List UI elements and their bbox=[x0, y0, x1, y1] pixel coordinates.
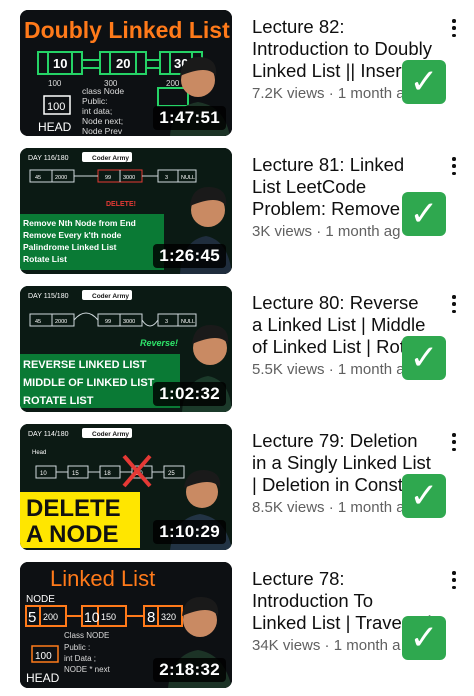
node-value: 20 bbox=[116, 56, 130, 71]
node-address: 200 bbox=[166, 79, 180, 88]
thumb-heading: Doubly Linked List bbox=[24, 17, 230, 43]
view-count: 5.5K views bbox=[252, 361, 325, 378]
topic-line: MIDDLE OF LINKED LIST bbox=[23, 377, 155, 389]
topic-line: REVERSE LINKED LIST bbox=[23, 359, 147, 371]
day-counter: DAY 115/180 bbox=[28, 293, 69, 300]
code-line: Public : bbox=[64, 643, 90, 652]
topic-line: Rotate List bbox=[23, 254, 67, 264]
check-mark-icon: ✓ bbox=[402, 474, 446, 518]
node-value: 15 bbox=[72, 471, 79, 477]
thumb-heading: Linked List bbox=[50, 566, 155, 591]
check-mark-icon: ✓ bbox=[402, 616, 446, 660]
upload-age: 1 month a bbox=[337, 85, 405, 102]
upload-age: 1 month a bbox=[337, 361, 405, 378]
node-value: 2000 bbox=[55, 319, 67, 325]
code-line: int data; bbox=[82, 106, 112, 116]
node-value: 10 bbox=[84, 609, 100, 625]
node-value: 10 bbox=[53, 56, 67, 71]
node-value: 150 bbox=[101, 612, 116, 622]
video-duration: 1:10:29 bbox=[153, 520, 226, 544]
node-value: 99 bbox=[105, 319, 111, 325]
brand-label: Coder Army bbox=[92, 293, 129, 300]
node-value: 3 bbox=[165, 319, 168, 325]
node-value: 8 bbox=[147, 609, 155, 626]
view-count: 3K views bbox=[252, 223, 313, 240]
node-value: 45 bbox=[35, 319, 41, 325]
video-list: Doubly Linked List 10 20 30 100 300 200 … bbox=[0, 0, 474, 696]
node-label: NODE bbox=[26, 594, 55, 605]
reverse-tag: Reverse! bbox=[140, 338, 178, 348]
node-value: NULL bbox=[181, 175, 195, 181]
check-mark-icon: ✓ bbox=[402, 192, 446, 236]
upload-age: 1 month a bbox=[337, 499, 405, 516]
node-value: 25 bbox=[168, 471, 175, 477]
node-value: 3000 bbox=[123, 175, 135, 181]
banner-line: DELETE bbox=[26, 495, 121, 522]
topic-line: Palindrome Linked List bbox=[23, 242, 117, 252]
node-value: 18 bbox=[104, 471, 111, 477]
view-count: 8.5K views bbox=[252, 499, 325, 516]
video-thumbnail[interactable]: Doubly Linked List 10 20 30 100 300 200 … bbox=[20, 10, 232, 136]
upload-age: 1 month a bbox=[333, 637, 401, 654]
more-options-icon[interactable] bbox=[444, 568, 464, 592]
brand-label: Coder Army bbox=[92, 155, 129, 162]
video-thumbnail[interactable]: DAY 115/180 Coder Army 45 2000 99 3000 3… bbox=[20, 286, 232, 412]
head-value: 100 bbox=[35, 651, 52, 662]
node-value: 320 bbox=[161, 612, 176, 622]
more-options-icon[interactable] bbox=[444, 292, 464, 316]
node-value: 10 bbox=[40, 471, 47, 477]
upload-age: 1 month ag bbox=[325, 223, 401, 240]
node-value: 99 bbox=[105, 175, 111, 181]
more-options-icon[interactable] bbox=[444, 16, 464, 40]
more-options-icon[interactable] bbox=[444, 430, 464, 454]
day-counter: DAY 116/180 bbox=[28, 155, 69, 162]
check-mark-icon: ✓ bbox=[402, 60, 446, 104]
banner-line: A NODE bbox=[26, 521, 118, 548]
topic-line: Remove Nth Node from End bbox=[23, 218, 136, 228]
node-value: NULL bbox=[181, 319, 195, 325]
topic-line: Remove Every k'th node bbox=[23, 230, 122, 240]
node-value: 3 bbox=[165, 175, 168, 181]
more-options-icon[interactable] bbox=[444, 154, 464, 178]
video-item[interactable]: Doubly Linked List 10 20 30 100 300 200 … bbox=[0, 10, 474, 140]
video-duration: 1:26:45 bbox=[153, 244, 226, 268]
video-item[interactable]: DAY 115/180 Coder Army 45 2000 99 3000 3… bbox=[0, 286, 474, 416]
node-value: 200 bbox=[43, 612, 58, 622]
delete-tag: DELETE! bbox=[106, 201, 136, 208]
code-line: NODE * next bbox=[64, 665, 111, 674]
code-line: class Node bbox=[82, 86, 124, 96]
node-value: 3000 bbox=[123, 319, 135, 325]
check-mark-icon: ✓ bbox=[402, 336, 446, 380]
brand-label: Coder Army bbox=[92, 431, 129, 438]
video-item[interactable]: DAY 114/180 Coder Army Head 10 15 18 25 … bbox=[0, 424, 474, 554]
video-item[interactable]: DAY 116/180 Coder Army 45 2000 99 3000 3… bbox=[0, 148, 474, 278]
head-label: HEAD bbox=[38, 120, 72, 134]
video-duration: 2:18:32 bbox=[153, 658, 226, 682]
video-item[interactable]: Linked List NODE 5 200 10 150 8 320 100 … bbox=[0, 562, 474, 692]
code-line: Node Prev bbox=[82, 126, 123, 136]
head-label: Head bbox=[32, 450, 46, 456]
video-duration: 1:47:51 bbox=[153, 106, 226, 130]
node-value: 2000 bbox=[55, 175, 67, 181]
view-count: 7.2K views bbox=[252, 85, 325, 102]
head-label: HEAD bbox=[26, 671, 60, 685]
video-thumbnail[interactable]: DAY 116/180 Coder Army 45 2000 99 3000 3… bbox=[20, 148, 232, 274]
topic-line: ROTATE LIST bbox=[23, 395, 94, 407]
video-duration: 1:02:32 bbox=[153, 382, 226, 406]
view-count: 34K views bbox=[252, 637, 321, 654]
head-value: 100 bbox=[47, 101, 65, 113]
code-line: Class NODE bbox=[64, 631, 109, 640]
video-thumbnail[interactable]: Linked List NODE 5 200 10 150 8 320 100 … bbox=[20, 562, 232, 688]
node-value: 45 bbox=[35, 175, 41, 181]
node-value: 5 bbox=[28, 609, 36, 626]
node-address: 100 bbox=[48, 79, 62, 88]
video-thumbnail[interactable]: DAY 114/180 Coder Army Head 10 15 18 25 … bbox=[20, 424, 232, 550]
code-line: int Data ; bbox=[64, 654, 96, 663]
day-counter: DAY 114/180 bbox=[28, 431, 69, 438]
code-line: Public: bbox=[82, 96, 108, 106]
code-line: Node next; bbox=[82, 116, 123, 126]
